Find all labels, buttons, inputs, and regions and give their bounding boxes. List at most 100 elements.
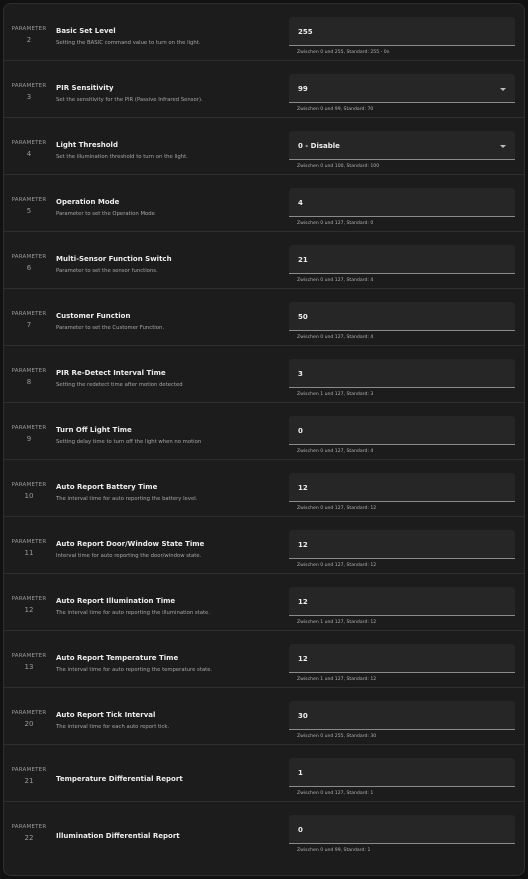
parameter-value: 12 bbox=[298, 541, 308, 549]
parameter-number: 20 bbox=[24, 720, 34, 728]
parameter-row: PARAMETER 11 Auto Report Door/Window Sta… bbox=[4, 517, 524, 574]
parameter-number: 10 bbox=[24, 492, 34, 500]
parameter-row: PARAMETER 10 Auto Report Battery Time Th… bbox=[4, 460, 524, 517]
parameter-description: Setting delay time to turn off the light… bbox=[56, 439, 202, 445]
parameter-value-field[interactable]: 0 bbox=[289, 416, 515, 445]
parameter-description: Set the illumination threshold to turn o… bbox=[56, 154, 188, 160]
parameter-value-field[interactable]: 12 bbox=[289, 473, 515, 502]
parameter-value-field[interactable]: 4 bbox=[289, 188, 515, 217]
parameter-range-hint: Zwischen 0 und 99, Standard: 70 bbox=[297, 107, 374, 112]
parameter-title: Illumination Differential Report bbox=[56, 832, 180, 840]
parameter-title: PIR Sensitivity bbox=[56, 84, 114, 92]
parameter-value: 4 bbox=[298, 199, 303, 207]
parameter-title: PIR Re-Detect Interval Time bbox=[56, 369, 166, 377]
parameter-range-hint: Zwischen 0 und 127, Standard: 12 bbox=[297, 506, 377, 511]
parameter-value-field[interactable]: 30 bbox=[289, 701, 515, 730]
parameter-value-field[interactable]: 1 bbox=[289, 758, 515, 787]
parameter-value-field[interactable]: 21 bbox=[289, 245, 515, 274]
chevron-down-icon[interactable] bbox=[500, 88, 506, 91]
parameter-value: 0 bbox=[298, 427, 303, 435]
parameter-title: Multi-Sensor Function Switch bbox=[56, 255, 172, 263]
parameter-number: 13 bbox=[24, 663, 34, 671]
parameter-range-hint: Zwischen 1 und 127, Standard: 3 bbox=[297, 392, 374, 397]
parameter-number: 11 bbox=[24, 549, 34, 557]
parameter-label: PARAMETER bbox=[11, 767, 47, 773]
parameter-value-field[interactable]: 0 bbox=[289, 815, 515, 844]
parameter-value: 255 bbox=[298, 28, 313, 36]
parameter-description: Setting the BASIC command value to turn … bbox=[56, 40, 201, 46]
parameter-title: Customer Function bbox=[56, 312, 131, 320]
parameter-range-hint: Zwischen 0 und 127, Standard: 4 bbox=[297, 335, 374, 340]
parameter-range-hint: Zwischen 0 und 99, Standard: 1 bbox=[297, 848, 371, 853]
parameter-value: 0 bbox=[298, 826, 303, 834]
parameter-range-hint: Zwischen 0 und 100, Standard: 100 bbox=[297, 164, 380, 169]
parameter-range-hint: Zwischen 0 und 255, Standard: 255 - 0n bbox=[297, 50, 390, 55]
parameter-row: PARAMETER 3 PIR Sensitivity Set the sens… bbox=[4, 61, 524, 118]
parameter-description: The interval time for auto reporting the… bbox=[56, 496, 198, 502]
parameter-value: 99 bbox=[298, 85, 308, 93]
parameter-row: PARAMETER 9 Turn Off Light Time Setting … bbox=[4, 403, 524, 460]
parameter-title: Light Threshold bbox=[56, 141, 118, 149]
parameter-description: The interval time for each auto report t… bbox=[56, 724, 170, 730]
parameter-value-field[interactable]: 12 bbox=[289, 530, 515, 559]
parameter-number: 12 bbox=[24, 606, 34, 614]
parameter-value: 0 - Disable bbox=[298, 142, 340, 150]
parameter-number: 2 bbox=[26, 36, 32, 44]
parameter-description: Parameter to set the sensor functions. bbox=[56, 268, 158, 274]
parameter-select-field[interactable]: 99 bbox=[289, 74, 515, 103]
parameter-value: 12 bbox=[298, 655, 308, 663]
parameter-number: 4 bbox=[26, 150, 32, 158]
parameter-number: 22 bbox=[24, 834, 34, 842]
parameter-description: Parameter to set the Customer Function. bbox=[56, 325, 165, 331]
parameter-range-hint: Zwischen 0 und 127, Standard: 4 bbox=[297, 278, 374, 283]
parameter-value-field[interactable]: 255 bbox=[289, 17, 515, 46]
parameter-range-hint: Zwischen 0 und 127, Standard: 0 bbox=[297, 221, 374, 226]
parameter-description: The interval time for auto reporting the… bbox=[56, 667, 213, 673]
parameter-value: 50 bbox=[298, 313, 308, 321]
parameter-row: PARAMETER 12 Auto Report Illumination Ti… bbox=[4, 574, 524, 631]
parameter-row: PARAMETER 13 Auto Report Temperature Tim… bbox=[4, 631, 524, 688]
parameter-title: Auto Report Illumination Time bbox=[56, 597, 176, 605]
parameter-value-field[interactable]: 3 bbox=[289, 359, 515, 388]
parameter-range-hint: Zwischen 0 und 127, Standard: 1 bbox=[297, 791, 374, 796]
parameter-value: 12 bbox=[298, 484, 308, 492]
parameter-value: 3 bbox=[298, 370, 303, 378]
parameter-row: PARAMETER 4 Light Threshold Set the illu… bbox=[4, 118, 524, 175]
parameter-value-field[interactable]: 50 bbox=[289, 302, 515, 331]
parameter-range-hint: Zwischen 1 und 127, Standard: 12 bbox=[297, 677, 377, 682]
parameter-value-field[interactable]: 12 bbox=[289, 587, 515, 616]
parameter-number: 8 bbox=[26, 378, 32, 386]
parameter-number: 7 bbox=[26, 321, 32, 329]
parameter-label: PARAMETER bbox=[11, 710, 47, 716]
parameter-row: PARAMETER 21 Temperature Differential Re… bbox=[4, 745, 524, 802]
parameter-range-hint: Zwischen 0 und 255, Standard: 30 bbox=[297, 734, 377, 739]
parameter-row: PARAMETER 22 Illumination Differential R… bbox=[4, 802, 524, 861]
parameter-number: 3 bbox=[26, 93, 32, 101]
parameter-title: Auto Report Door/Window State Time bbox=[56, 540, 205, 548]
parameter-row: PARAMETER 2 Basic Set Level Setting the … bbox=[4, 4, 524, 61]
parameter-label: PARAMETER bbox=[11, 425, 47, 431]
parameter-number: 9 bbox=[26, 435, 32, 443]
parameter-label: PARAMETER bbox=[11, 539, 47, 545]
parameter-value-field[interactable]: 12 bbox=[289, 644, 515, 673]
parameter-value: 30 bbox=[298, 712, 308, 720]
parameter-value: 12 bbox=[298, 598, 308, 606]
parameter-row: PARAMETER 5 Operation Mode Parameter to … bbox=[4, 175, 524, 232]
parameter-label: PARAMETER bbox=[11, 83, 47, 89]
parameter-label: PARAMETER bbox=[11, 254, 47, 260]
parameter-label: PARAMETER bbox=[11, 311, 47, 317]
parameters-card: PARAMETER 2 Basic Set Level Setting the … bbox=[3, 3, 525, 876]
parameter-description: Interval time for auto reporting the doo… bbox=[56, 553, 202, 559]
parameter-title: Temperature Differential Report bbox=[56, 775, 183, 783]
parameter-label: PARAMETER bbox=[11, 482, 47, 488]
parameter-row: PARAMETER 8 PIR Re-Detect Interval Time … bbox=[4, 346, 524, 403]
parameter-number: 5 bbox=[26, 207, 32, 215]
parameter-label: PARAMETER bbox=[11, 26, 47, 32]
parameter-title: Auto Report Temperature Time bbox=[56, 654, 179, 662]
chevron-down-icon[interactable] bbox=[500, 145, 506, 148]
parameter-label: PARAMETER bbox=[11, 653, 47, 659]
parameter-range-hint: Zwischen 1 und 127, Standard: 12 bbox=[297, 620, 377, 625]
parameter-select-field[interactable]: 0 - Disable bbox=[289, 131, 515, 160]
parameter-description: Set the sensitivity for the PIR (Passive… bbox=[56, 97, 203, 103]
parameter-range-hint: Zwischen 0 und 127, Standard: 12 bbox=[297, 563, 377, 568]
